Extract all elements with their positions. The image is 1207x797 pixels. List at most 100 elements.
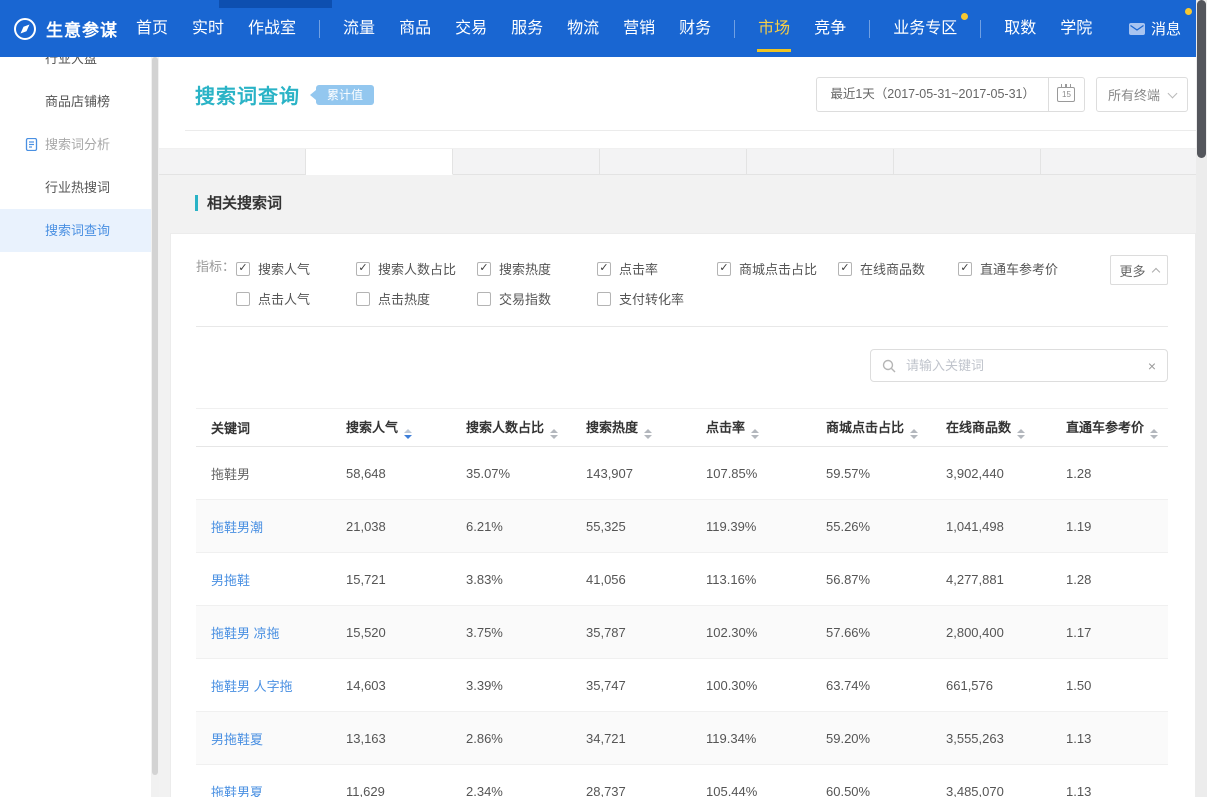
nav-item-traffic[interactable]: 流量	[331, 0, 387, 57]
tab-3[interactable]	[453, 149, 600, 175]
sidebar-item-industry-hot-words[interactable]: 行业热搜词	[0, 166, 151, 209]
checkbox-icon[interactable]	[477, 292, 491, 306]
sidebar-section-search-analysis: 搜索词分析	[0, 123, 151, 166]
nav-item-marketing[interactable]: 营销	[611, 0, 667, 57]
page-title: 搜索词查询	[195, 80, 300, 109]
brand[interactable]: 生意参谋	[0, 16, 118, 41]
checkbox-search-popularity[interactable]: 搜索人气	[236, 259, 356, 278]
checkbox-icon[interactable]	[356, 292, 370, 306]
keyword-link[interactable]: 男拖鞋夏	[211, 732, 263, 747]
tab-6[interactable]	[894, 149, 1041, 175]
col-search-heat[interactable]: 搜索热度	[586, 409, 706, 447]
nav-item-competition[interactable]: 竞争	[802, 0, 858, 57]
nav-item-finance[interactable]: 财务	[667, 0, 723, 57]
nav-item-service[interactable]: 服务	[499, 0, 555, 57]
calendar-button[interactable]: 15	[1048, 78, 1084, 111]
col-searcher-share[interactable]: 搜索人数占比	[466, 409, 586, 447]
table-row: 拖鞋男 凉拖 15,520 3.75% 35,787 102.30% 57.66…	[196, 606, 1168, 659]
sidebar-item-industry-overview[interactable]: 行业大盘	[0, 57, 151, 80]
checkbox-searcher-share[interactable]: 搜索人数占比	[356, 259, 477, 278]
sort-arrows-icon[interactable]	[910, 429, 918, 439]
nav-item-warroom[interactable]: 作战室	[236, 0, 308, 57]
chevron-down-icon	[1168, 88, 1178, 98]
tab-4[interactable]	[600, 149, 747, 175]
nav-divider	[980, 20, 981, 38]
tab-1[interactable]	[159, 149, 306, 175]
sort-arrows-icon[interactable]	[1017, 429, 1025, 439]
checkbox-ctr[interactable]: 点击率	[597, 259, 717, 278]
document-icon	[25, 138, 38, 151]
page-scrollbar[interactable]	[1196, 0, 1207, 797]
tab-7[interactable]	[1041, 149, 1196, 175]
date-range-picker[interactable]: 最近1天（2017-05-31~2017-05-31） 15	[816, 77, 1085, 112]
nav-item-realtime[interactable]: 实时	[180, 0, 236, 57]
sort-arrows-icon[interactable]	[751, 429, 759, 439]
checkbox-search-heat[interactable]: 搜索热度	[477, 259, 597, 278]
messages-button[interactable]: 消息	[1125, 18, 1185, 39]
table-row: 男拖鞋夏 13,163 2.86% 34,721 119.34% 59.20% …	[196, 712, 1168, 765]
sidebar-scrollbar-thumb[interactable]	[152, 57, 158, 775]
checkbox-mall-click-share[interactable]: 商城点击占比	[717, 259, 838, 278]
clear-icon[interactable]: ×	[1148, 359, 1156, 373]
nav-item-market-active[interactable]: 市场	[746, 0, 802, 57]
checkbox-icon[interactable]	[236, 292, 250, 306]
keyword-link[interactable]: 拖鞋男夏	[211, 785, 263, 797]
sort-arrows-icon[interactable]	[550, 429, 558, 439]
checkbox-icon[interactable]	[356, 262, 370, 276]
keyword-link[interactable]: 男拖鞋	[211, 573, 250, 588]
checkbox-icon[interactable]	[597, 262, 611, 276]
sidebar-scrollbar[interactable]	[151, 57, 159, 797]
filters-label: 指标：	[196, 259, 236, 319]
nav-item-home[interactable]: 首页	[124, 0, 180, 57]
sort-arrows-icon[interactable]	[1150, 429, 1158, 439]
nav-divider	[319, 20, 320, 38]
col-mall-click-share[interactable]: 商城点击占比	[826, 409, 946, 447]
col-online-products[interactable]: 在线商品数	[946, 409, 1066, 447]
content-area: 相关搜索词 指标： 搜索人气 搜索人数占比 搜索热度 点击率 商城点击占比 在线…	[159, 175, 1196, 797]
checkbox-icon[interactable]	[958, 262, 972, 276]
checkbox-icon[interactable]	[597, 292, 611, 306]
nav-item-data[interactable]: 取数	[992, 0, 1048, 57]
nav-item-logistics[interactable]: 物流	[555, 0, 611, 57]
cumulative-badge: 累计值	[316, 85, 374, 105]
top-nav: 生意参谋 首页 实时 作战室 流量 商品 交易 服务 物流 营销 财务 市场 竞…	[0, 0, 1207, 57]
title-band: 搜索词查询 累计值 最近1天（2017-05-31~2017-05-31） 15…	[159, 57, 1196, 148]
checkbox-click-heat[interactable]: 点击热度	[356, 289, 477, 308]
more-button[interactable]: 更多	[1110, 255, 1168, 285]
notification-dot	[1185, 8, 1192, 15]
checkbox-online-products[interactable]: 在线商品数	[838, 259, 958, 278]
page-scrollbar-thumb[interactable]	[1197, 0, 1206, 158]
col-ztc-price[interactable]: 直通车参考价	[1066, 409, 1168, 447]
nav-item-trade[interactable]: 交易	[443, 0, 499, 57]
terminal-select[interactable]: 所有终端	[1096, 77, 1188, 112]
col-ctr[interactable]: 点击率	[706, 409, 826, 447]
checkbox-icon[interactable]	[236, 262, 250, 276]
sidebar-item-shop-ranking[interactable]: 商品店铺榜	[0, 80, 151, 123]
keyword-link[interactable]: 拖鞋男 凉拖	[211, 626, 280, 641]
nav-item-goods[interactable]: 商品	[387, 0, 443, 57]
keyword-link[interactable]: 拖鞋男潮	[211, 520, 263, 535]
checkbox-pay-conversion[interactable]: 支付转化率	[597, 289, 717, 308]
sort-arrows-icon[interactable]	[404, 429, 412, 439]
checkbox-icon[interactable]	[717, 262, 731, 276]
checkbox-trade-index[interactable]: 交易指数	[477, 289, 597, 308]
main-panel: 搜索词查询 累计值 最近1天（2017-05-31~2017-05-31） 15…	[159, 57, 1196, 797]
sidebar-item-search-word-query[interactable]: 搜索词查询	[0, 209, 151, 252]
checkbox-icon[interactable]	[838, 262, 852, 276]
col-keyword: 关键词	[196, 409, 346, 447]
checkbox-ztc-price[interactable]: 直通车参考价	[958, 259, 1088, 278]
nav-divider	[869, 20, 870, 38]
tab-strip	[159, 148, 1196, 175]
checkbox-icon[interactable]	[477, 262, 491, 276]
tab-5[interactable]	[747, 149, 894, 175]
tab-2-active[interactable]	[306, 149, 453, 175]
search-input[interactable]	[904, 357, 1140, 374]
nav-item-bizzone[interactable]: 业务专区	[881, 0, 969, 57]
nav-item-academy[interactable]: 学院	[1048, 0, 1104, 57]
messages-label: 消息	[1151, 18, 1181, 39]
checkbox-click-popularity[interactable]: 点击人气	[236, 289, 356, 308]
keyword-link[interactable]: 拖鞋男 人字拖	[211, 679, 293, 694]
terminal-label: 所有终端	[1108, 85, 1160, 104]
col-search-popularity[interactable]: 搜索人气	[346, 409, 466, 447]
sort-arrows-icon[interactable]	[644, 429, 652, 439]
